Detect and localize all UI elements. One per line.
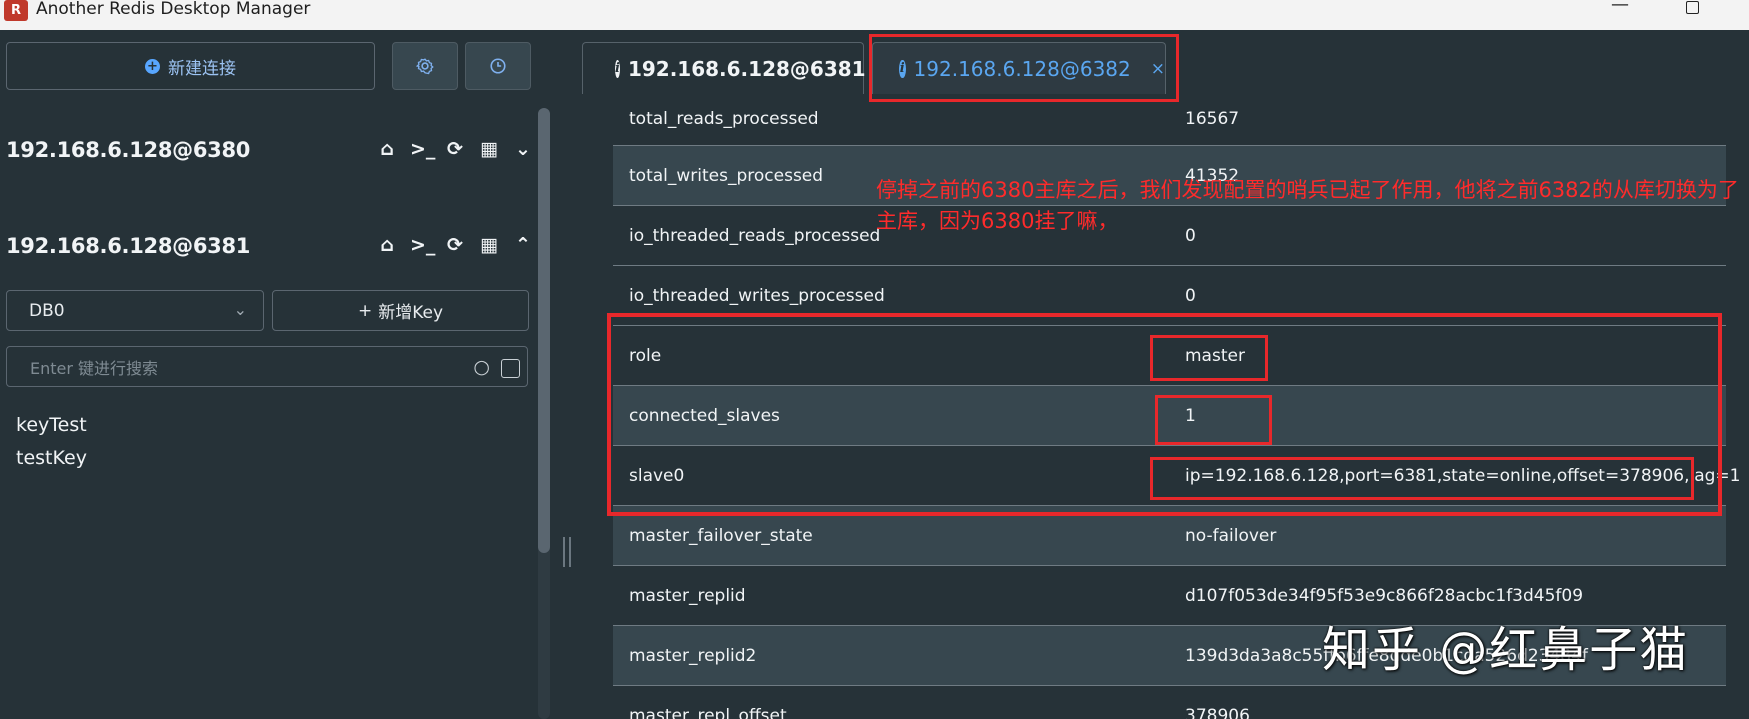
home-icon[interactable]: ⌂ [376,138,398,160]
grid-menu-icon[interactable]: ▦ [478,234,500,256]
search-icon[interactable]: ○ [473,356,490,378]
search-placeholder: Enter 键进行搜索 [30,358,159,378]
db-select[interactable]: DB0 ⌄ [6,290,264,331]
maximize-icon [1685,1,1699,14]
db-select-value: DB0 [29,300,65,321]
maximize-button[interactable] [1672,0,1712,19]
sidebar-scrollbar[interactable] [538,108,550,553]
annotation-highlight-tab [869,34,1179,102]
plus-icon: + [357,300,373,321]
exact-match-checkbox[interactable] [501,359,520,378]
annotation-highlight-slave0 [1150,457,1694,500]
tab-connection-6381[interactable]: i 192.168.6.128@6381 [582,42,866,94]
gear-icon [416,58,434,75]
table-row: master_repl_offset 378906 [613,686,1726,719]
add-key-button[interactable]: + 新增Key [272,290,529,331]
settings-button[interactable] [392,42,458,90]
tab-label: 192.168.6.128@6381 [627,56,866,81]
clock-icon [490,58,506,74]
info-value: d107f053de34f95f53e9c866f28acbc1f3d45f09 [1185,585,1584,606]
minimize-button[interactable]: — [1600,0,1640,15]
info-icon: i [615,59,620,78]
connection-item[interactable]: 192.168.6.128@6380 ⌂ >_ ⟳ ▦ ⌄ [6,130,531,170]
watermark: 知乎 @红鼻子猫 [1322,622,1690,678]
info-key: master_repl_offset [629,705,787,719]
annotation-text: 停掉之前的6380主库之后，我们发现配置的哨兵已起了作用，他将之前6382的从库… [876,178,1739,233]
connection-item[interactable]: 192.168.6.128@6381 ⌂ >_ ⟳ ▦ ⌃ [6,226,531,266]
panel-resize-handle[interactable] [563,537,571,567]
info-key: total_writes_processed [629,165,824,186]
refresh-icon[interactable]: ⟳ [444,138,466,160]
info-value: 0 [1185,285,1196,306]
info-value: no-failover [1185,525,1277,546]
info-key: total_reads_processed [629,109,819,129]
info-key: master_replid2 [629,645,757,666]
table-row: total_reads_processed 16567 [613,96,1726,146]
connection-toolbar: ⌂ >_ ⟳ ▦ ⌃ [376,234,534,256]
new-connection-label: 新建连接 [168,58,236,79]
chevron-up-icon[interactable]: ⌃ [512,234,534,256]
terminal-icon[interactable]: >_ [410,234,435,256]
chevron-down-icon[interactable]: ⌄ [512,138,534,160]
connection-toolbar: ⌂ >_ ⟳ ▦ ⌄ [376,138,534,160]
annotation-highlight-connected-slaves [1155,395,1272,445]
window-title: Another Redis Desktop Manager [36,0,311,19]
info-key: io_threaded_reads_processed [629,225,881,246]
add-key-label: 新增Key [378,303,444,323]
info-value: 16567 [1185,109,1240,129]
app-logo-icon: R [4,0,28,21]
key-list-item[interactable]: testKey [16,447,87,469]
connection-name: 192.168.6.128@6381 [6,234,251,258]
key-search-input[interactable]: Enter 键进行搜索 ○ [6,346,528,387]
title-bar: R Another Redis Desktop Manager — [0,0,1749,30]
plus-circle-icon: + [145,58,160,74]
info-key: master_replid [629,585,746,606]
key-list-item[interactable]: keyTest [16,414,87,436]
info-key: master_failover_state [629,525,813,546]
home-icon[interactable]: ⌂ [376,234,398,256]
grid-menu-icon[interactable]: ▦ [478,138,500,160]
info-value: 378906 [1185,705,1250,719]
terminal-icon[interactable]: >_ [410,138,435,160]
info-key: io_threaded_writes_processed [629,285,885,306]
annotation-highlight-role [1150,335,1268,381]
refresh-icon[interactable]: ⟳ [444,234,466,256]
history-button[interactable] [465,42,531,90]
chevron-down-icon: ⌄ [233,300,247,319]
new-connection-button[interactable]: + 新建连接 [6,42,375,90]
connection-name: 192.168.6.128@6380 [6,138,251,162]
